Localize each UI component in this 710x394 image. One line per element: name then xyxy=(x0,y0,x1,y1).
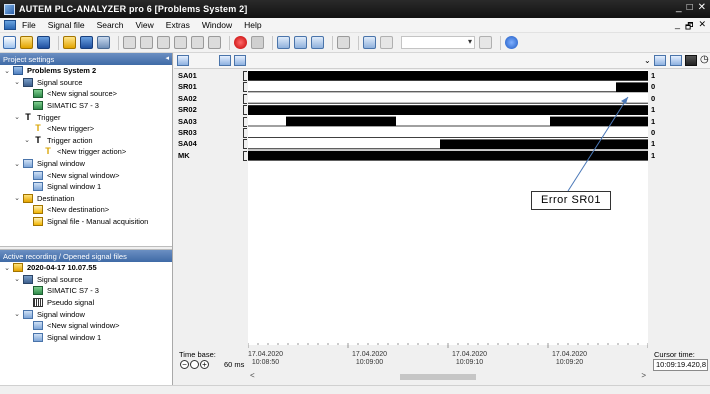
scroll-right-button[interactable]: > xyxy=(641,371,646,380)
timebase-decrease-button[interactable]: − xyxy=(180,360,189,369)
axis-tick-label: 17.04.2020 10:09:20 xyxy=(552,351,587,367)
axis-tick-time: 10:09:20 xyxy=(555,359,584,366)
timebase-reset-button[interactable] xyxy=(190,360,199,369)
timebase-increase-button[interactable]: + xyxy=(200,360,209,369)
annotation-arrow-head xyxy=(621,97,628,104)
timebase-value: 60 ms xyxy=(224,360,245,369)
axis-tick-date: 17.04.2020 xyxy=(248,351,284,358)
app-window: AUTEM PLC-ANALYZER pro 6 [Problems Syste… xyxy=(0,0,710,394)
annotation-arrow-line xyxy=(567,96,629,192)
error-annotation[interactable]: Error SR01 xyxy=(531,191,611,210)
horizontal-scrollbar[interactable]: < > xyxy=(248,371,648,382)
axis-tick-label: 17.04.2020 10:09:00 xyxy=(352,351,387,367)
axis-tick-date: 17.04.2020 xyxy=(552,351,588,358)
axis-tick-time: 10:08:50 xyxy=(251,359,280,366)
axis-tick-label: 17.04.2020 10:08:50 xyxy=(248,351,283,367)
status-bar xyxy=(0,385,710,394)
timebase-label: Time base: xyxy=(179,350,216,359)
axis-tick-date: 17.04.2020 xyxy=(352,351,388,358)
scrollbar-thumb[interactable] xyxy=(400,374,476,380)
axis-tick-time: 10:09:10 xyxy=(455,359,484,366)
axis-tick-date: 17.04.2020 xyxy=(452,351,488,358)
scroll-left-button[interactable]: < xyxy=(250,371,255,380)
axis-tick-time: 10:09:00 xyxy=(355,359,384,366)
axis-tick-label: 17.04.2020 10:09:10 xyxy=(452,351,487,367)
cursor-time-field[interactable]: 10:09:19.420,8 xyxy=(653,359,708,371)
time-axis: 17.04.2020 10:08:50 17.04.2020 10:09:00 17.0… xyxy=(248,343,648,371)
timebase-control: − + 60 ms xyxy=(180,360,244,369)
cursor-time-label: Cursor time: xyxy=(654,350,695,359)
